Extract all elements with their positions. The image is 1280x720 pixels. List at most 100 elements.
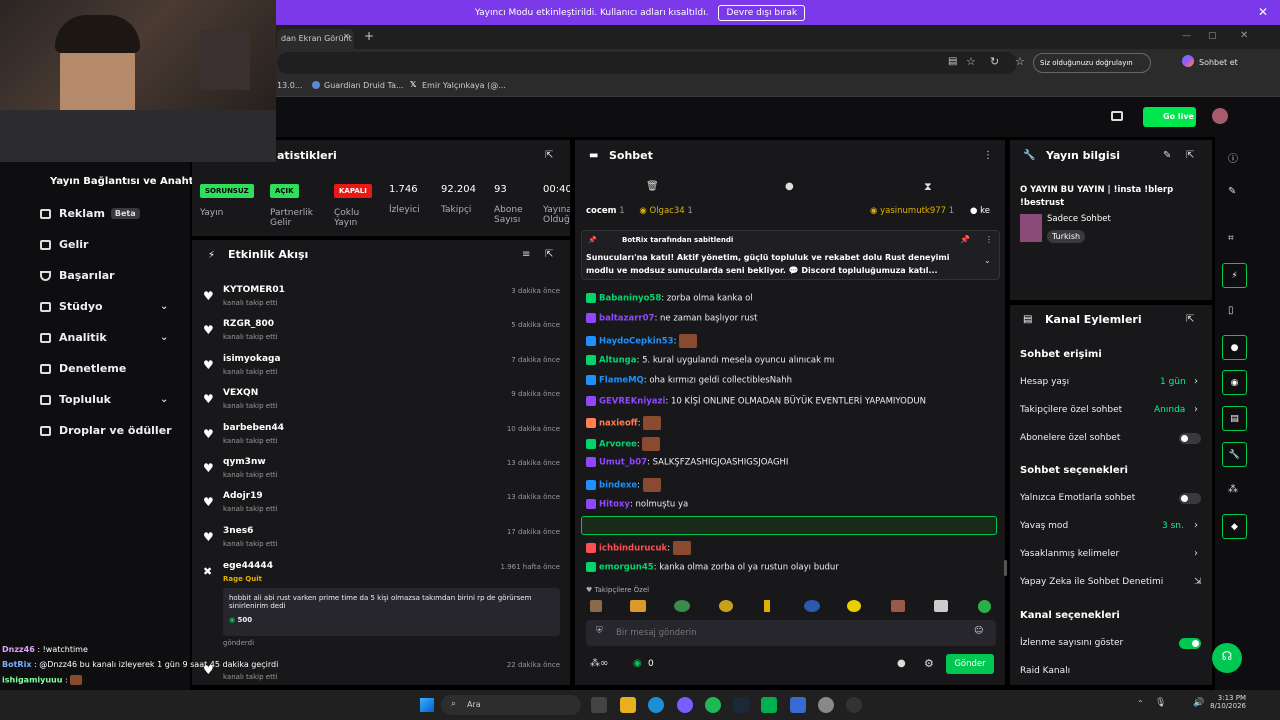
- rail-settings-button[interactable]: ◆: [1222, 514, 1247, 539]
- pencil-icon[interactable]: ✎: [1228, 186, 1236, 197]
- chat-username[interactable]: emorgun45: [599, 563, 654, 573]
- category[interactable]: Sadece Sohbet: [1047, 214, 1111, 224]
- reader-icon[interactable]: ▤: [948, 56, 957, 67]
- star-icon[interactable]: ☆: [966, 55, 976, 68]
- top-user[interactable]: cocem: [586, 206, 617, 216]
- rail-actions-button[interactable]: ▤: [1222, 406, 1247, 431]
- event-user[interactable]: KYTOMER01: [223, 285, 285, 295]
- chat-username[interactable]: Babaninyo58: [599, 294, 661, 304]
- address-input[interactable]: [277, 52, 1017, 74]
- emote-only-toggle[interactable]: [1179, 493, 1201, 504]
- chat-username[interactable]: GEVREKniyazi: [599, 397, 665, 407]
- sidebar-item-droplar[interactable]: Droplar ve ödüller: [0, 415, 190, 446]
- chat-username[interactable]: bindexe: [599, 481, 637, 491]
- disable-button[interactable]: Devre dışı bırak: [718, 4, 806, 21]
- more-icon[interactable]: ⋮: [985, 235, 993, 244]
- top-user[interactable]: ke: [980, 206, 990, 216]
- chat-username[interactable]: FlameMQ: [599, 376, 644, 386]
- top-user[interactable]: yasinumutk977: [880, 206, 946, 216]
- sidebar-item-denetleme[interactable]: Denetleme: [0, 353, 190, 384]
- chat-message[interactable]: FlameMQ: oha kırmızı geldi collectiblesN…: [586, 375, 792, 386]
- chat-message[interactable]: Arvoree:: [586, 437, 661, 451]
- show-viewers-toggle[interactable]: [1179, 638, 1201, 649]
- hourglass-icon[interactable]: ⧗: [924, 180, 932, 194]
- chevron-right-icon[interactable]: ›: [1194, 376, 1198, 387]
- chat-label[interactable]: Sohbet et: [1199, 58, 1238, 67]
- chevron-up-icon[interactable]: ⌃: [1137, 699, 1144, 708]
- chat-message[interactable]: baltazarr07: ne zaman başlıyor rust: [586, 313, 757, 324]
- sidebar-item-analitik[interactable]: Analitik ⌄: [0, 322, 190, 353]
- chat-username[interactable]: Hitoxy: [599, 500, 630, 510]
- ai-moderation-label[interactable]: Yapay Zeka ile Sohbet Denetimi: [1020, 577, 1163, 587]
- steam-icon[interactable]: [733, 697, 749, 713]
- filter-icon[interactable]: ≡: [522, 249, 530, 260]
- go-live-button[interactable]: Go live: [1143, 107, 1196, 127]
- event-user[interactable]: qym3nw: [223, 457, 266, 467]
- chevron-right-icon[interactable]: ›: [1194, 404, 1198, 415]
- chat-username[interactable]: naxieoff: [599, 419, 638, 429]
- edge-icon[interactable]: [648, 697, 664, 713]
- event-user[interactable]: 3nes6: [223, 526, 253, 536]
- emoji-icon[interactable]: ☺: [974, 626, 983, 636]
- clock[interactable]: 3:13 PM 8/10/2026: [1210, 694, 1246, 710]
- rail-bolt-button[interactable]: ⚡: [1222, 263, 1247, 288]
- bookmark-3[interactable]: Emir Yalçınkaya (@...: [422, 81, 506, 90]
- event-user[interactable]: ege44444: [223, 561, 273, 571]
- favorites-icon[interactable]: ☆: [1015, 55, 1025, 68]
- bookmark-1[interactable]: 13.0...: [277, 81, 302, 90]
- windows-icon[interactable]: [420, 698, 434, 712]
- chat-scrollbar[interactable]: [1004, 560, 1007, 576]
- more-icon[interactable]: ⋮: [983, 150, 993, 161]
- raid-label[interactable]: Raid Kanalı: [1020, 666, 1070, 676]
- camera-icon[interactable]: [1111, 111, 1123, 121]
- popout-icon[interactable]: ⇱: [545, 150, 553, 161]
- trash-icon[interactable]: 🗑: [646, 181, 659, 192]
- taskview-icon[interactable]: [591, 697, 607, 713]
- event-user[interactable]: isimyokaga: [223, 354, 281, 364]
- users-icon[interactable]: ⁂∞: [590, 658, 608, 669]
- discord-icon[interactable]: [677, 697, 693, 713]
- folder-icon[interactable]: [620, 697, 636, 713]
- chat-message[interactable]: bindexe:: [586, 478, 661, 492]
- chat-message[interactable]: ichbindurucuk:: [586, 541, 691, 555]
- slow-mode-value[interactable]: 3 sn.: [1162, 521, 1184, 531]
- account-age-value[interactable]: 1 gün: [1160, 377, 1186, 387]
- sidebar-item-topluluk[interactable]: Topluluk ⌄: [0, 384, 190, 415]
- chat-message[interactable]: HaydoCepkin53:: [586, 334, 698, 348]
- chat-username[interactable]: Arvoree: [599, 440, 637, 450]
- chat-username[interactable]: ichbindurucuk: [599, 544, 667, 554]
- notepad-icon[interactable]: [790, 697, 806, 713]
- mic-icon[interactable]: 🎙: [1155, 698, 1166, 708]
- rail-wrench-button[interactable]: 🔧: [1222, 442, 1247, 467]
- spotify-icon[interactable]: [705, 697, 721, 713]
- chat-message[interactable]: Babaninyo58: zorba olma kanka ol: [586, 293, 753, 304]
- volume-icon[interactable]: 🔊: [1193, 698, 1204, 708]
- terminal-icon[interactable]: [761, 697, 777, 713]
- popout-icon[interactable]: ⇱: [545, 249, 553, 260]
- settings-icon[interactable]: [818, 697, 834, 713]
- chat-username[interactable]: Umut_b07: [599, 458, 647, 468]
- chevron-right-icon[interactable]: ›: [1194, 520, 1198, 531]
- chat-message[interactable]: Umut_b07: SALKŞFZASHIGJOASHIGSJOAGHI: [586, 457, 788, 468]
- share-icon[interactable]: ⁂: [1228, 484, 1238, 495]
- tab-close-icon[interactable]: ✕: [343, 32, 350, 41]
- chat-message[interactable]: Altunga: 5. kural uygulandı mesela oyunc…: [586, 355, 834, 366]
- top-user[interactable]: Olgac34: [650, 206, 685, 216]
- external-link-icon[interactable]: ⇲: [1194, 577, 1202, 587]
- subs-chat-toggle[interactable]: [1179, 433, 1201, 444]
- taskbar-search[interactable]: Ara: [441, 695, 581, 715]
- sidebar-item-studyo[interactable]: Stüdyo ⌄: [0, 291, 190, 322]
- copilot-icon[interactable]: [1182, 55, 1194, 67]
- pencil-icon[interactable]: ✎: [1163, 150, 1171, 161]
- verify-button[interactable]: Siz olduğunuzu doğrulayın: [1033, 53, 1151, 73]
- chevron-right-icon[interactable]: ›: [1194, 548, 1198, 559]
- app-icon[interactable]: [846, 697, 862, 713]
- banned-words-label[interactable]: Yasaklanmış kelimeler: [1020, 549, 1119, 559]
- rail-chat-button[interactable]: ●: [1222, 335, 1247, 360]
- event-user[interactable]: RZGR_800: [223, 319, 274, 329]
- followers-chat-value[interactable]: Anında: [1154, 405, 1185, 415]
- info-icon[interactable]: ⓘ: [1228, 150, 1238, 165]
- sidebar-item-gelir[interactable]: Gelir: [0, 229, 190, 260]
- category-thumb[interactable]: [1020, 214, 1042, 242]
- pinned-message[interactable]: 📌 BotRix tarafından sabitlendi 📌 ⋮ Sunuc…: [581, 230, 1000, 280]
